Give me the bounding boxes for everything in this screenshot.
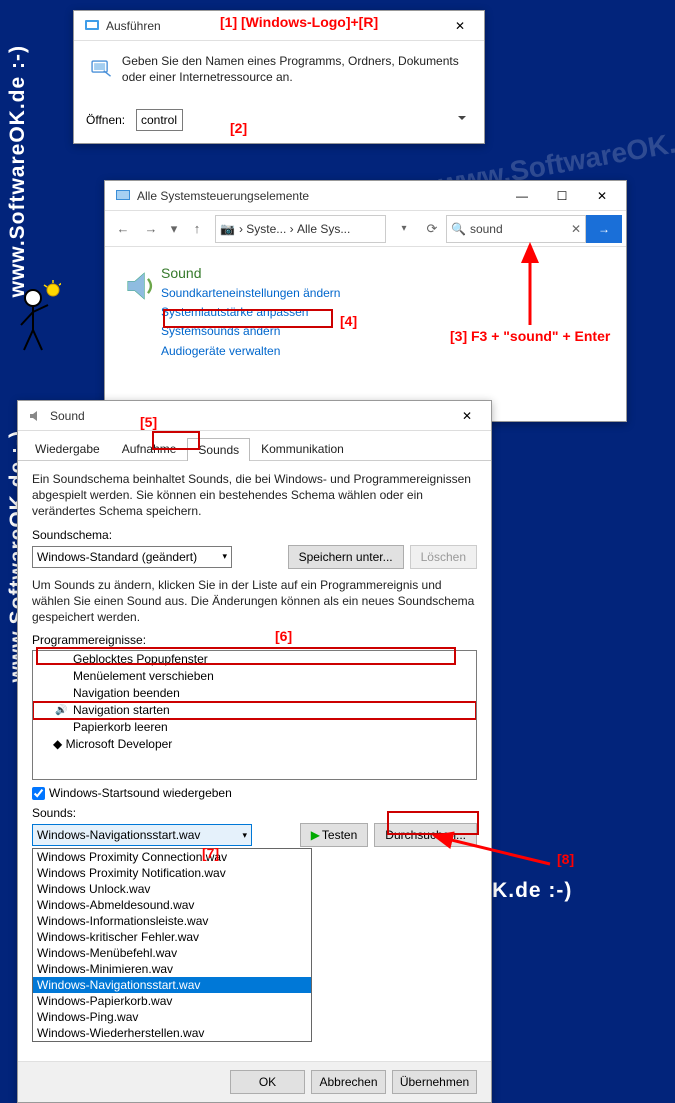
event-item[interactable]: Navigation beenden [33,685,476,702]
close-button[interactable]: ✕ [440,12,480,40]
search-icon: 🔍 [451,222,466,236]
dropdown-option[interactable]: Windows-Wiederherstellen.wav [33,1025,311,1041]
forward-button[interactable]: → [137,215,165,243]
maximize-button[interactable]: ☐ [542,182,582,210]
ok-button[interactable]: OK [230,1070,305,1094]
event-item-selected[interactable]: Navigation starten [33,702,476,719]
cancel-button[interactable]: Abbrechen [311,1070,386,1094]
sound-dialog-icon [28,408,44,424]
apply-button[interactable]: Übernehmen [392,1070,477,1094]
run-description: Geben Sie den Namen eines Programms, Ord… [122,53,472,85]
addr-dropdown[interactable]: ▾ [390,215,418,243]
annotation-8: [8] [557,851,574,867]
close-button[interactable]: ✕ [447,402,487,430]
scheme-label: Soundschema: [32,528,477,542]
doodle-figure [6,280,61,355]
sound-titlebar: Sound ✕ [18,401,491,431]
startup-sound-checkbox[interactable] [32,787,45,800]
cp-link-volume[interactable]: Systemlautstärke anpassen [161,303,340,322]
events-listbox[interactable]: Geblocktes Popupfenster Menüelement vers… [32,650,477,780]
event-item[interactable]: Papierkorb leeren [33,719,476,736]
sound-info-2: Um Sounds zu ändern, klicken Sie in der … [32,577,477,626]
tab-recording[interactable]: Aufnahme [111,437,188,460]
dropdown-option[interactable]: Windows-Abmeldesound.wav [33,897,311,913]
run-open-input[interactable]: control [136,109,183,131]
dropdown-option[interactable]: Windows Unlock.wav [33,881,311,897]
developer-icon: ◆ [53,737,62,751]
run-large-icon [90,57,112,89]
sounds-dropdown-list[interactable]: Windows Proximity Connection.wavWindows … [32,848,312,1042]
refresh-button[interactable]: ⟳ [418,215,446,243]
startup-sound-label: Windows-Startsound wiedergeben [49,786,232,800]
dropdown-option[interactable]: Windows-Navigationsstart.wav [33,977,311,993]
sound-category-icon [123,267,161,308]
address-bar[interactable]: 📷 › Syste... › Alle Sys... [215,215,386,243]
cp-toolbar: ← → ▾ ↑ 📷 › Syste... › Alle Sys... ▾ ⟳ 🔍… [105,211,626,247]
back-button[interactable]: ← [109,215,137,243]
close-button[interactable]: ✕ [582,182,622,210]
event-item[interactable]: Menüelement verschieben [33,668,476,685]
sound-tabs: Wiedergabe Aufnahme Sounds Kommunikation [18,431,491,461]
run-title: Ausführen [106,19,440,33]
run-titlebar: Ausführen ✕ [74,11,484,41]
watermark-left-1: www.SoftwareOK.de :-) [6,45,30,297]
event-item[interactable]: Geblocktes Popupfenster [33,651,476,668]
run-dialog: Ausführen ✕ Geben Sie den Namen eines Pr… [73,10,485,144]
sound-info-1: Ein Soundschema beinhaltet Sounds, die b… [32,471,477,520]
dropdown-option[interactable]: Windows-Minimieren.wav [33,961,311,977]
cp-titlebar: Alle Systemsteuerungselemente — ☐ ✕ [105,181,626,211]
sound-title: Sound [50,409,447,423]
control-panel-window: Alle Systemsteuerungselemente — ☐ ✕ ← → … [104,180,627,422]
sounds-combo[interactable]: Windows-Navigationsstart.wav▾ [32,824,252,846]
dropdown-option[interactable]: Windows-Papierkorb.wav [33,993,311,1009]
browse-button[interactable]: Durchsuchen... [374,823,477,847]
minimize-button[interactable]: — [502,182,542,210]
scheme-combo[interactable]: Windows-Standard (geändert)▾ [32,546,232,568]
events-label: Programmereignisse: [32,633,477,647]
cp-link-soundcard[interactable]: Soundkarteneinstellungen ändern [161,284,340,303]
dropdown-option[interactable]: Windows Proximity Notification.wav [33,865,311,881]
run-open-label: Öffnen: [86,113,136,127]
up-button[interactable]: ↑ [183,215,211,243]
test-button[interactable]: ▶Testen [300,823,369,847]
control-panel-icon [115,188,131,204]
sounds-label: Sounds: [32,806,477,820]
dropdown-option[interactable]: Windows Proximity Connection.wav [33,849,311,865]
tab-sounds[interactable]: Sounds [187,438,250,461]
search-input[interactable]: 🔍 sound ✕ [446,215,586,243]
delete-button: Löschen [410,545,477,569]
tab-communication[interactable]: Kommunikation [250,437,355,460]
history-dropdown[interactable]: ▾ [165,215,183,243]
save-as-button[interactable]: Speichern unter... [288,545,404,569]
dropdown-option[interactable]: Windows-Informationsleiste.wav [33,913,311,929]
run-icon-small [84,18,100,34]
clear-search-icon[interactable]: ✕ [571,222,581,236]
tab-playback[interactable]: Wiedergabe [24,437,111,460]
sound-heading: Sound [161,265,340,281]
play-icon: ▶ [311,828,320,842]
dropdown-option[interactable]: Windows-kritischer Fehler.wav [33,929,311,945]
dropdown-option[interactable]: Windows-Menübefehl.wav [33,945,311,961]
dropdown-option[interactable]: Windows-Ping.wav [33,1009,311,1025]
search-go-button[interactable]: → [586,215,622,243]
cp-title: Alle Systemsteuerungselemente [137,189,502,203]
event-group[interactable]: ◆ Microsoft Developer [33,736,476,753]
sound-dialog: Sound ✕ Wiedergabe Aufnahme Sounds Kommu… [17,400,492,1103]
cp-link-systemsounds[interactable]: Systemsounds ändern [161,322,340,341]
cp-link-audiodevices[interactable]: Audiogeräte verwalten [161,342,340,361]
